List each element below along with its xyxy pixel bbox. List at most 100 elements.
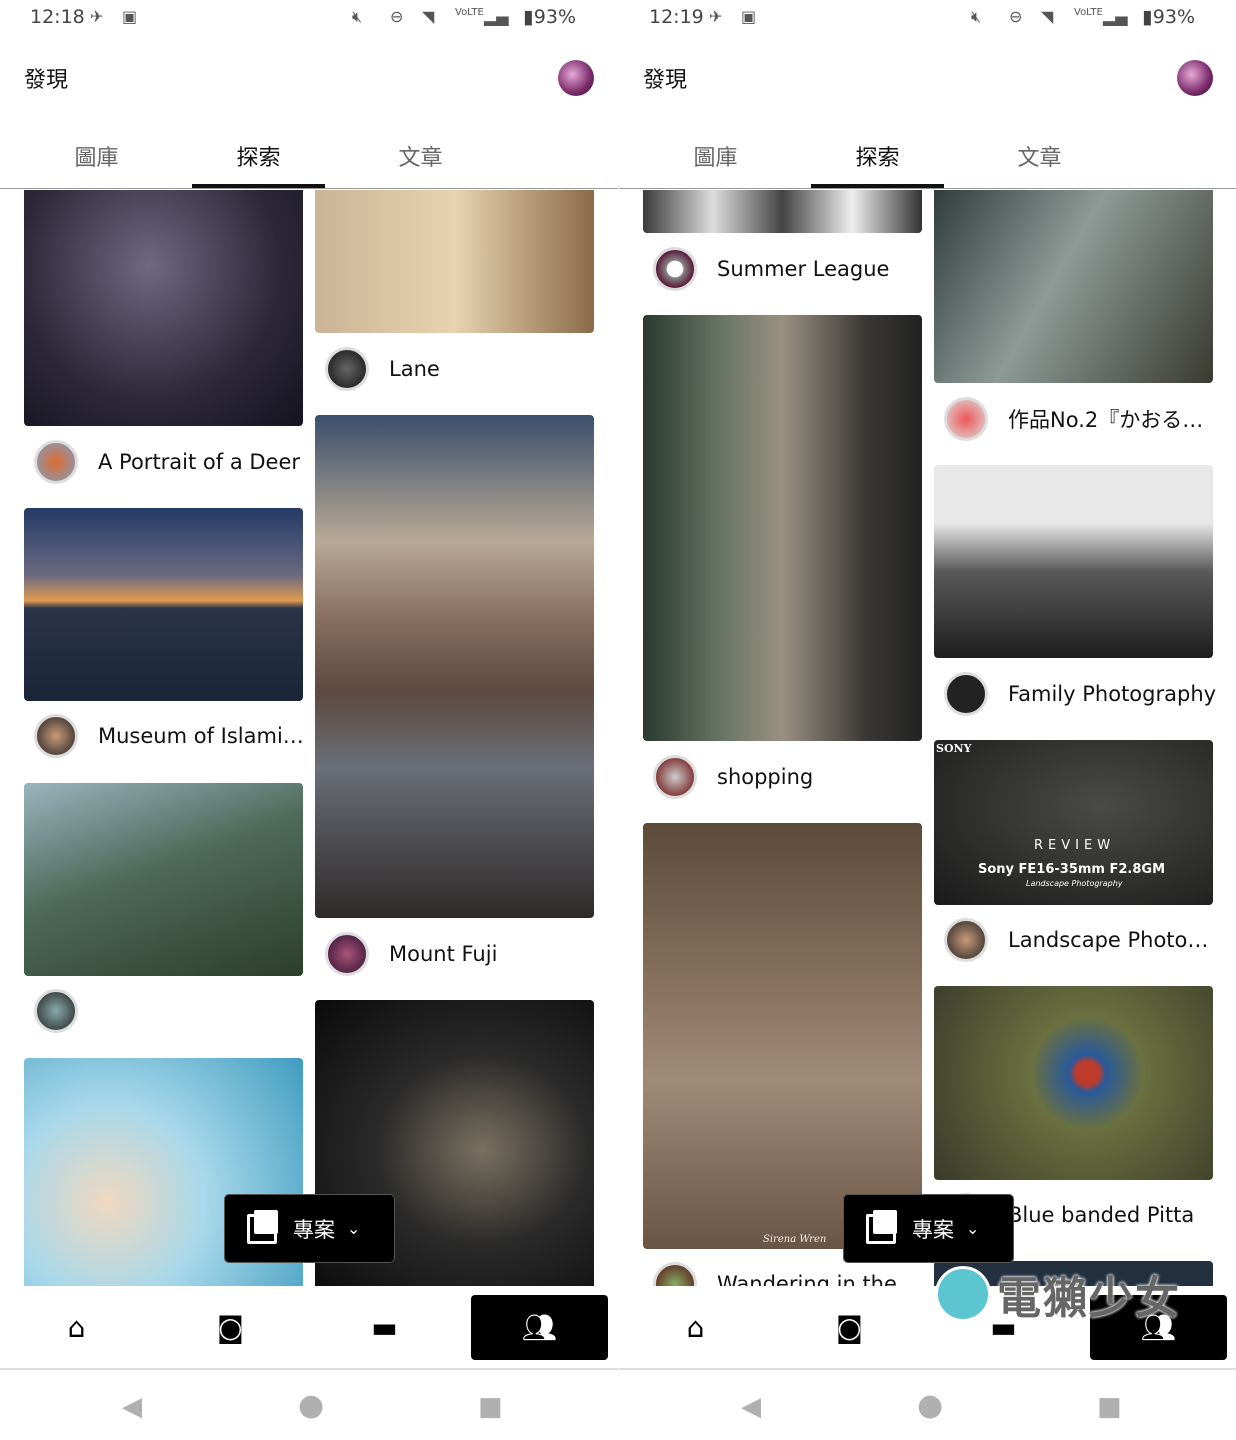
card-caption[interactable]: shopping: [649, 751, 939, 803]
mascot-icon: [935, 1266, 991, 1322]
card-title[interactable]: Landscape Photog…: [1008, 928, 1218, 952]
card-image-valley[interactable]: [24, 783, 303, 976]
notification-icon: ✈: [90, 7, 104, 26]
card-image-deer[interactable]: [24, 190, 303, 426]
author-avatar[interactable]: [325, 932, 369, 976]
author-avatar[interactable]: [653, 1262, 697, 1286]
camera-icon: ◙: [216, 1311, 245, 1344]
card-caption[interactable]: Museum of Islami…: [30, 710, 320, 762]
volte-icon: VoLTE: [1074, 7, 1103, 18]
card-caption[interactable]: Mount Fuji: [321, 928, 611, 980]
status-bar: 12:19 ✈ ▣ 🔇︎ ⊖ ◥ VoLTE ▂▄ ▮93%: [619, 0, 1236, 36]
mute-icon: 🔇︎: [971, 7, 982, 26]
nav-home[interactable]: ⌂: [627, 1295, 764, 1360]
author-avatar[interactable]: [325, 347, 369, 391]
camera-icon: ◙: [835, 1311, 864, 1344]
profile-avatar[interactable]: [1177, 60, 1213, 96]
watermark-logo: 電獺少女: [935, 1262, 1181, 1326]
card-caption[interactable]: Landscape Photog…: [940, 914, 1230, 966]
app-bar: 發現: [0, 50, 618, 106]
card-title[interactable]: A Portrait of a Deer: [98, 450, 300, 474]
author-avatar[interactable]: [653, 755, 697, 799]
back-button[interactable]: ◀: [122, 1392, 142, 1422]
tab-explore[interactable]: 探索: [192, 140, 325, 172]
card-caption[interactable]: Family Photography: [940, 668, 1230, 720]
recents-button[interactable]: ■: [1097, 1392, 1122, 1422]
card-image-sony-review[interactable]: SONY REVIEW Sony FE16-35mm F2.8GM Landsc…: [934, 740, 1213, 905]
card-title[interactable]: Mount Fuji: [389, 942, 497, 966]
nav-home[interactable]: ⌂: [8, 1295, 145, 1360]
author-avatar[interactable]: [944, 397, 988, 441]
card-image-summer-league[interactable]: [643, 190, 922, 233]
card-image-museum[interactable]: [24, 508, 303, 701]
card-caption[interactable]: Lane: [321, 343, 611, 395]
dnd-icon: ⊖: [390, 7, 404, 26]
card-image-wedding[interactable]: Sirena Wren: [643, 823, 922, 1249]
projects-label: 專案: [293, 1217, 335, 1242]
tab-gallery[interactable]: 圖庫: [649, 140, 782, 172]
explore-feed[interactable]: Summer League shopping Sirena Wren Wande…: [619, 190, 1236, 1286]
projects-dropdown-button[interactable]: 專案 ⌄: [224, 1194, 395, 1263]
app-bar: 發現: [619, 50, 1236, 106]
home-button[interactable]: ●: [917, 1388, 943, 1423]
status-time: 12:18: [30, 6, 85, 28]
card-title[interactable]: Museum of Islami…: [98, 724, 304, 748]
lens-text: Sony FE16-35mm F2.8GM: [978, 862, 1166, 877]
explore-feed[interactable]: A Portrait of a Deer Museum of Islami… L…: [0, 190, 618, 1286]
chevron-down-icon: ⌄: [347, 1219, 361, 1238]
nav-folder[interactable]: ▬: [316, 1295, 453, 1360]
card-image-portrait[interactable]: [934, 190, 1213, 383]
back-button[interactable]: ◀: [741, 1392, 761, 1422]
wifi-icon: ◥: [1041, 7, 1054, 26]
chevron-down-icon: ⌄: [966, 1219, 980, 1238]
card-image-bicycle[interactable]: [315, 190, 594, 333]
card-image-family[interactable]: [934, 465, 1213, 658]
home-icon: ⌂: [686, 1311, 705, 1344]
author-avatar[interactable]: [34, 440, 78, 484]
people-icon: 👥︎: [521, 1311, 558, 1344]
card-caption[interactable]: Summer League: [649, 243, 939, 295]
card-title[interactable]: Summer League: [717, 257, 889, 281]
tab-explore[interactable]: 探索: [811, 140, 944, 172]
card-image-mount-fuji[interactable]: [315, 415, 594, 918]
tab-articles[interactable]: 文章: [973, 140, 1106, 172]
review-text: REVIEW: [1034, 838, 1116, 853]
subtitle-text: Landscape Photography: [1026, 879, 1123, 888]
author-avatar[interactable]: [34, 989, 78, 1033]
tab-gallery[interactable]: 圖庫: [30, 140, 163, 172]
nav-camera[interactable]: ◙: [162, 1295, 299, 1360]
tab-articles[interactable]: 文章: [354, 140, 487, 172]
nav-camera[interactable]: ◙: [781, 1295, 918, 1360]
author-avatar[interactable]: [944, 672, 988, 716]
card-title[interactable]: Wandering in the …: [717, 1272, 925, 1286]
sony-logo-text: SONY: [936, 742, 972, 755]
home-button[interactable]: ●: [298, 1388, 324, 1423]
card-caption[interactable]: [30, 985, 320, 1037]
card-title[interactable]: 作品No.2『かおる…: [1008, 404, 1203, 434]
card-title[interactable]: Family Photography: [1008, 682, 1216, 706]
author-avatar[interactable]: [653, 247, 697, 291]
card-title[interactable]: Blue banded Pitta: [1008, 1203, 1194, 1227]
status-time: 12:19: [649, 6, 704, 28]
card-caption[interactable]: 作品No.2『かおる…: [940, 393, 1230, 445]
author-avatar[interactable]: [34, 714, 78, 758]
volte-icon: VoLTE: [455, 7, 484, 18]
card-image-pitta[interactable]: [934, 986, 1213, 1180]
dnd-icon: ⊖: [1009, 7, 1023, 26]
author-avatar[interactable]: [944, 918, 988, 962]
card-title[interactable]: Lane: [389, 357, 440, 381]
nav-community[interactable]: 👥︎: [471, 1295, 608, 1360]
mute-icon: 🔇︎: [352, 7, 363, 26]
home-icon: ⌂: [67, 1311, 86, 1344]
wifi-icon: ◥: [422, 7, 435, 26]
battery-level: ▮93%: [523, 6, 576, 28]
system-navigation: ◀ ● ■: [619, 1372, 1236, 1440]
recents-button[interactable]: ■: [478, 1392, 503, 1422]
card-title[interactable]: shopping: [717, 765, 813, 789]
signal-icon: ▂▄: [1103, 7, 1128, 26]
card-caption[interactable]: A Portrait of a Deer: [30, 436, 320, 488]
card-image-shopping[interactable]: [643, 315, 922, 741]
page-title: 發現: [24, 68, 69, 93]
projects-dropdown-button[interactable]: 專案 ⌄: [843, 1194, 1014, 1263]
profile-avatar[interactable]: [558, 60, 594, 96]
